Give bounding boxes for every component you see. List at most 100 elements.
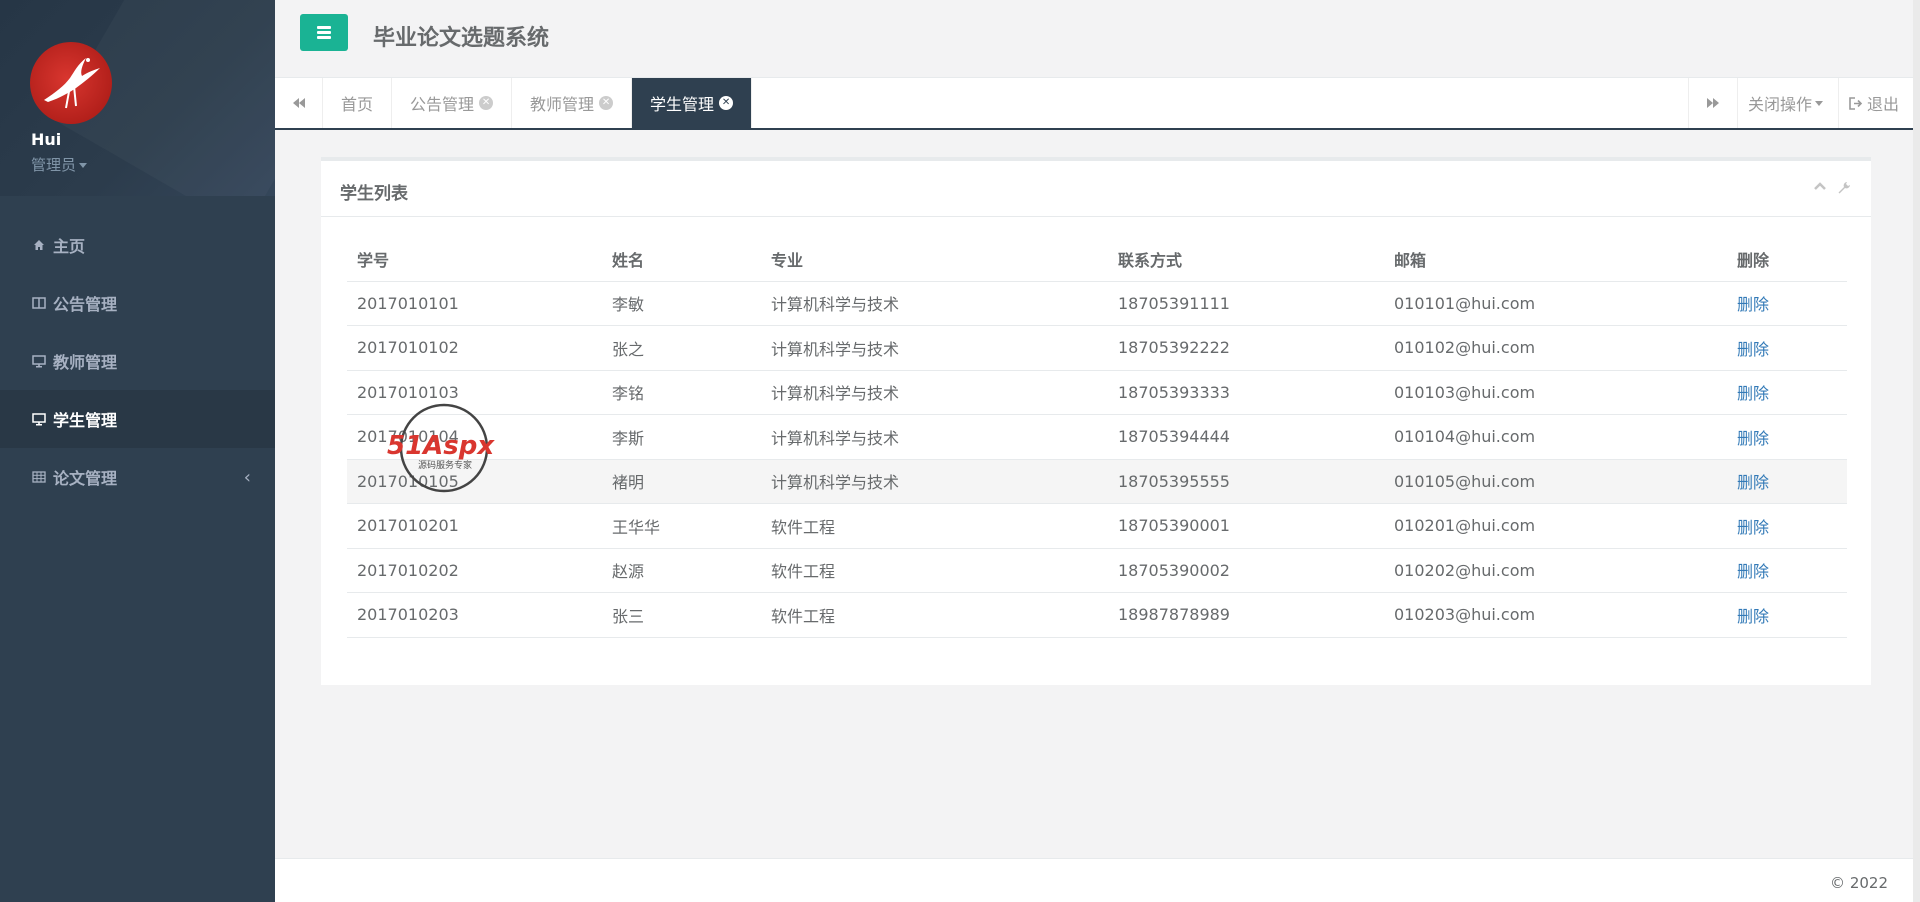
panel-header: 学生列表 [321,161,1871,217]
table-cell: 010103@hui.com [1384,370,1727,415]
column-header: 专业 [761,237,1108,282]
table-cell: 18705391111 [1108,281,1384,326]
table-cell: 删除 [1727,281,1847,326]
sidebar: Hui 管理员 主页 公告管理 教师管理 学生管理 论文管理 ‹ [0,0,275,902]
table-cell: 王华华 [602,503,761,549]
table-cell: 010101@hui.com [1384,281,1727,326]
menu-toggle-button[interactable] [300,14,348,51]
tab-label: 公告管理 [410,95,475,114]
table-cell: 删除 [1727,370,1847,415]
table-cell: 18705392222 [1108,325,1384,371]
sidebar-item-label: 学生管理 [53,411,118,430]
table-cell: 010203@hui.com [1384,592,1727,638]
table-cell: 删除 [1727,592,1847,638]
close-icon[interactable]: ✕ [719,96,734,110]
table-cell: 2017010203 [347,592,602,638]
delete-link[interactable]: 删除 [1737,473,1769,492]
table-cell: 李铭 [602,370,761,415]
close-operations-dropdown[interactable]: 关闭操作 [1737,78,1833,128]
table-row: 2017010203 张三 软件工程 18987878989 010203@hui.co… [347,592,1847,638]
top-bar: 毕业论文选题系统 [275,0,1920,78]
table-cell: 18705393333 [1108,370,1384,415]
table-cell: 李敏 [602,281,761,326]
tab-students[interactable]: 学生管理 ✕ [632,78,753,128]
delete-link[interactable]: 删除 [1737,562,1769,581]
tab-label: 首页 [341,95,374,114]
caret-down-icon [1815,100,1824,106]
table-header-row: 学号 姓名 专业 联系方式 邮箱 删除 [347,237,1847,282]
collapse-icon[interactable] [1813,181,1827,195]
table-cell: 褚明 [602,459,761,504]
table-cell: 计算机科学与技术 [761,281,1108,326]
sidebar-nav: 主页 公告管理 教师管理 学生管理 论文管理 ‹ [0,216,275,506]
close-operations-label: 关闭操作 [1748,95,1813,114]
table-cell: 删除 [1727,414,1847,460]
tabs-bar: 首页 公告管理 ✕ 教师管理 ✕ 学生管理 ✕ 关闭操作 退出 [275,78,1920,130]
scrollbar[interactable] [1913,0,1920,902]
logout-label: 退出 [1867,95,1900,114]
sidebar-item-theses[interactable]: 论文管理 ‹ [0,448,275,506]
table-cell: 计算机科学与技术 [761,370,1108,415]
sidebar-item-label: 教师管理 [53,353,118,372]
user-role-dropdown[interactable]: 管理员 [31,154,88,175]
sidebar-item-notices[interactable]: 公告管理 [0,274,275,332]
tab-label: 教师管理 [530,95,595,114]
table-cell: 2017010101 [347,281,602,326]
close-icon[interactable]: ✕ [479,96,494,110]
tabs-list: 首页 公告管理 ✕ 教师管理 ✕ 学生管理 ✕ [323,78,753,128]
table-cell: 张之 [602,325,761,371]
table-cell: 删除 [1727,503,1847,549]
column-header: 学号 [347,237,602,282]
table-cell: 软件工程 [761,503,1108,549]
profile-block: Hui 管理员 [0,0,275,196]
table-row: 2017010202 赵源 软件工程 18705390002 010202@hui.co… [347,548,1847,593]
delete-link[interactable]: 删除 [1737,429,1769,448]
delete-link[interactable]: 删除 [1737,295,1769,314]
table-cell: 010105@hui.com [1384,459,1727,504]
sidebar-item-teachers[interactable]: 教师管理 [0,332,275,390]
table-cell: 010104@hui.com [1384,414,1727,460]
table-cell: 计算机科学与技术 [761,325,1108,371]
tab-teachers[interactable]: 教师管理 ✕ [512,78,633,128]
user-role-label: 管理员 [31,156,77,174]
chevron-left-icon: ‹ [243,466,251,488]
table-cell: 2017010102 [347,325,602,371]
tabs-scroll-left-button[interactable] [275,78,323,128]
student-table: 学号 姓名 专业 联系方式 邮箱 删除 2017010101 李敏 计算机科学与技术… [347,237,1847,638]
tabs-scroll-right-button[interactable] [1688,78,1736,128]
table-cell: 计算机科学与技术 [761,459,1108,504]
sidebar-item-students[interactable]: 学生管理 [0,390,275,448]
logout-button[interactable]: 退出 [1838,78,1909,128]
table-row: 2017010104 李斯 计算机科学与技术 18705394444 010104@hu… [347,414,1847,460]
table-cell: 删除 [1727,325,1847,371]
table-cell: 2017010103 [347,370,602,415]
hamburger-icon [317,24,331,41]
column-header: 联系方式 [1108,237,1384,282]
user-name: Hui [31,130,62,149]
close-icon[interactable]: ✕ [599,96,614,110]
panel-title: 学生列表 [340,184,408,204]
sidebar-item-home[interactable]: 主页 [0,216,275,274]
table-cell: 删除 [1727,548,1847,593]
table-row: 2017010102 张之 计算机科学与技术 18705392222 010102@hu… [347,325,1847,371]
tab-notices[interactable]: 公告管理 ✕ [392,78,513,128]
crane-logo-icon [44,58,100,109]
double-chevron-left-icon [292,98,305,108]
delete-link[interactable]: 删除 [1737,340,1769,359]
delete-link[interactable]: 删除 [1737,518,1769,537]
tab-home[interactable]: 首页 [323,78,393,128]
table-cell: 张三 [602,592,761,638]
table-cell: 18705390002 [1108,548,1384,593]
column-header: 姓名 [602,237,761,282]
table-cell: 软件工程 [761,548,1108,593]
avatar[interactable] [30,42,112,124]
delete-link[interactable]: 删除 [1737,384,1769,403]
wrench-icon[interactable] [1837,181,1851,195]
table-cell: 删除 [1727,459,1847,504]
footer: © 2022 [275,858,1920,902]
caret-down-icon [79,163,88,168]
delete-link[interactable]: 删除 [1737,607,1769,626]
table-body: 2017010101 李敏 计算机科学与技术 18705391111 010101@hu… [347,281,1847,638]
sidebar-item-label: 公告管理 [53,295,118,314]
table-cell: 李斯 [602,414,761,460]
